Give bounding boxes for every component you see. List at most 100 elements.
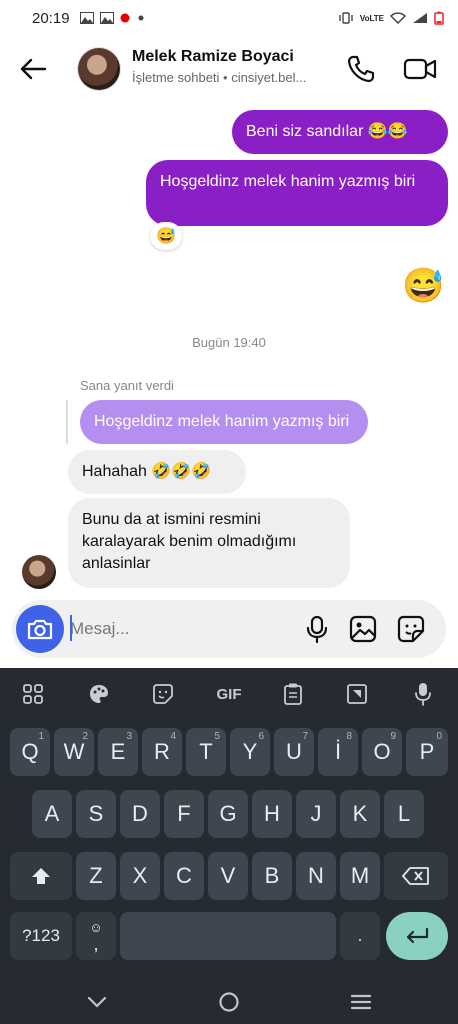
battery-icon bbox=[434, 11, 444, 25]
backspace-key[interactable] bbox=[384, 852, 448, 900]
video-camera-icon bbox=[403, 58, 437, 80]
message-input[interactable] bbox=[70, 612, 290, 646]
key-q[interactable]: Q1 bbox=[10, 728, 50, 776]
key-w[interactable]: W2 bbox=[54, 728, 94, 776]
key-e[interactable]: E3 bbox=[98, 728, 138, 776]
message-outgoing[interactable]: Hoşgeldinz melek hanim yazmış biri bbox=[146, 160, 448, 226]
key-r[interactable]: R4 bbox=[142, 728, 182, 776]
message-incoming[interactable]: Bunu da at ismini resmini karalayarak be… bbox=[68, 498, 350, 588]
vodafone-icon bbox=[120, 13, 130, 23]
status-time: 20:19 bbox=[32, 9, 70, 27]
signal-icon bbox=[413, 13, 427, 23]
reply-preview[interactable]: Hoşgeldinz melek hanim yazmış biri bbox=[80, 400, 368, 444]
nav-recents-button[interactable] bbox=[346, 988, 376, 1016]
palette-icon bbox=[90, 685, 108, 703]
backspace-icon bbox=[402, 867, 429, 885]
key-y[interactable]: Y6 bbox=[230, 728, 270, 776]
on-screen-keyboard: GIF Q1 W2 E3 R4 T5 Y6 U7 İ8 O9 P0 A S D … bbox=[0, 668, 458, 1024]
back-button[interactable] bbox=[16, 52, 50, 86]
reply-label: Sana yanıt verdi bbox=[80, 378, 174, 393]
keyboard-apps-button[interactable] bbox=[18, 680, 48, 708]
sticker-icon bbox=[153, 684, 173, 704]
contact-avatar[interactable] bbox=[78, 48, 120, 90]
video-call-button[interactable] bbox=[402, 52, 438, 86]
key-j[interactable]: J bbox=[296, 790, 336, 838]
text-cursor bbox=[70, 615, 72, 641]
voice-message-button[interactable] bbox=[302, 614, 332, 644]
message-composer bbox=[12, 600, 446, 658]
phone-icon bbox=[347, 55, 375, 83]
keyboard-translate-button[interactable] bbox=[342, 680, 372, 708]
numbers-key[interactable]: ?123 bbox=[10, 912, 72, 960]
menu-lines-icon bbox=[350, 994, 372, 1010]
comma-label: , bbox=[93, 934, 99, 954]
contact-info[interactable]: Melek Ramize Boyaci İşletme sohbeti • ci… bbox=[132, 48, 332, 85]
key-z[interactable]: Z bbox=[76, 852, 116, 900]
nav-back-button[interactable] bbox=[82, 988, 112, 1016]
keyboard-voice-button[interactable] bbox=[408, 680, 438, 708]
key-u[interactable]: U7 bbox=[274, 728, 314, 776]
keyboard-toolbar: GIF bbox=[0, 668, 458, 720]
emoji-message[interactable]: 😅 bbox=[402, 266, 444, 306]
keyboard-sticker-button[interactable] bbox=[148, 680, 178, 708]
key-g[interactable]: G bbox=[208, 790, 248, 838]
shift-key[interactable] bbox=[10, 852, 72, 900]
image-icon bbox=[79, 12, 94, 24]
key-m[interactable]: M bbox=[340, 852, 380, 900]
sender-avatar[interactable] bbox=[22, 555, 56, 589]
shift-icon bbox=[32, 868, 50, 884]
status-bar: 20:19 VoLTE bbox=[0, 0, 458, 36]
sticker-icon bbox=[397, 615, 425, 643]
key-l[interactable]: L bbox=[384, 790, 424, 838]
system-navigation-bar bbox=[0, 980, 458, 1024]
key-t[interactable]: T5 bbox=[186, 728, 226, 776]
message-text: Beni siz sandılar 😂😂 bbox=[246, 123, 408, 140]
key-d[interactable]: D bbox=[120, 790, 160, 838]
key-s[interactable]: S bbox=[76, 790, 116, 838]
keyboard-gif-button[interactable]: GIF bbox=[214, 680, 244, 708]
keyboard-theme-button[interactable] bbox=[84, 680, 114, 708]
key-f[interactable]: F bbox=[164, 790, 204, 838]
microphone-icon bbox=[415, 683, 431, 706]
nav-home-button[interactable] bbox=[214, 988, 244, 1016]
key-h[interactable]: H bbox=[252, 790, 292, 838]
wifi-icon bbox=[390, 12, 406, 24]
key-b[interactable]: B bbox=[252, 852, 292, 900]
message-text: Hahahah 🤣🤣🤣 bbox=[82, 463, 212, 480]
message-reaction[interactable]: 😅 bbox=[150, 222, 182, 250]
key-o[interactable]: O9 bbox=[362, 728, 402, 776]
key-n[interactable]: N bbox=[296, 852, 336, 900]
space-key[interactable] bbox=[120, 912, 336, 960]
chat-header: Melek Ramize Boyaci İşletme sohbeti • ci… bbox=[0, 36, 458, 102]
contact-name: Melek Ramize Boyaci bbox=[132, 48, 294, 65]
contact-subtitle: İşletme sohbeti • cinsiyet.bel... bbox=[132, 70, 307, 85]
date-separator: Bugün 19:40 bbox=[192, 335, 266, 350]
key-v[interactable]: V bbox=[208, 852, 248, 900]
key-a[interactable]: A bbox=[32, 790, 72, 838]
reply-preview-text: Hoşgeldinz melek hanim yazmış biri bbox=[94, 413, 350, 430]
key-p[interactable]: P0 bbox=[406, 728, 448, 776]
emoji-comma-key[interactable]: ☺ , bbox=[76, 912, 116, 960]
microphone-icon bbox=[306, 615, 328, 643]
enter-key[interactable] bbox=[386, 912, 448, 960]
key-k[interactable]: K bbox=[340, 790, 380, 838]
volte-icon: VoLTE bbox=[359, 13, 384, 23]
message-text: Bunu da at ismini resmini karalayarak be… bbox=[82, 511, 297, 572]
dot-icon bbox=[138, 15, 144, 21]
key-c[interactable]: C bbox=[164, 852, 204, 900]
reply-indicator-bar bbox=[66, 400, 68, 444]
message-text: Hoşgeldinz melek hanim yazmış biri bbox=[160, 173, 416, 190]
camera-icon bbox=[27, 619, 53, 640]
period-key[interactable]: . bbox=[340, 912, 380, 960]
key-x[interactable]: X bbox=[120, 852, 160, 900]
key-i-dotted[interactable]: İ8 bbox=[318, 728, 358, 776]
gallery-button[interactable] bbox=[348, 614, 378, 644]
camera-button[interactable] bbox=[16, 605, 64, 653]
message-incoming[interactable]: Hahahah 🤣🤣🤣 bbox=[68, 450, 246, 494]
sticker-button[interactable] bbox=[396, 614, 426, 644]
audio-call-button[interactable] bbox=[344, 52, 378, 86]
chevron-down-icon bbox=[87, 996, 107, 1008]
keyboard-clipboard-button[interactable] bbox=[278, 680, 308, 708]
message-outgoing[interactable]: Beni siz sandılar 😂😂 bbox=[232, 110, 448, 154]
image-icon bbox=[99, 12, 114, 24]
